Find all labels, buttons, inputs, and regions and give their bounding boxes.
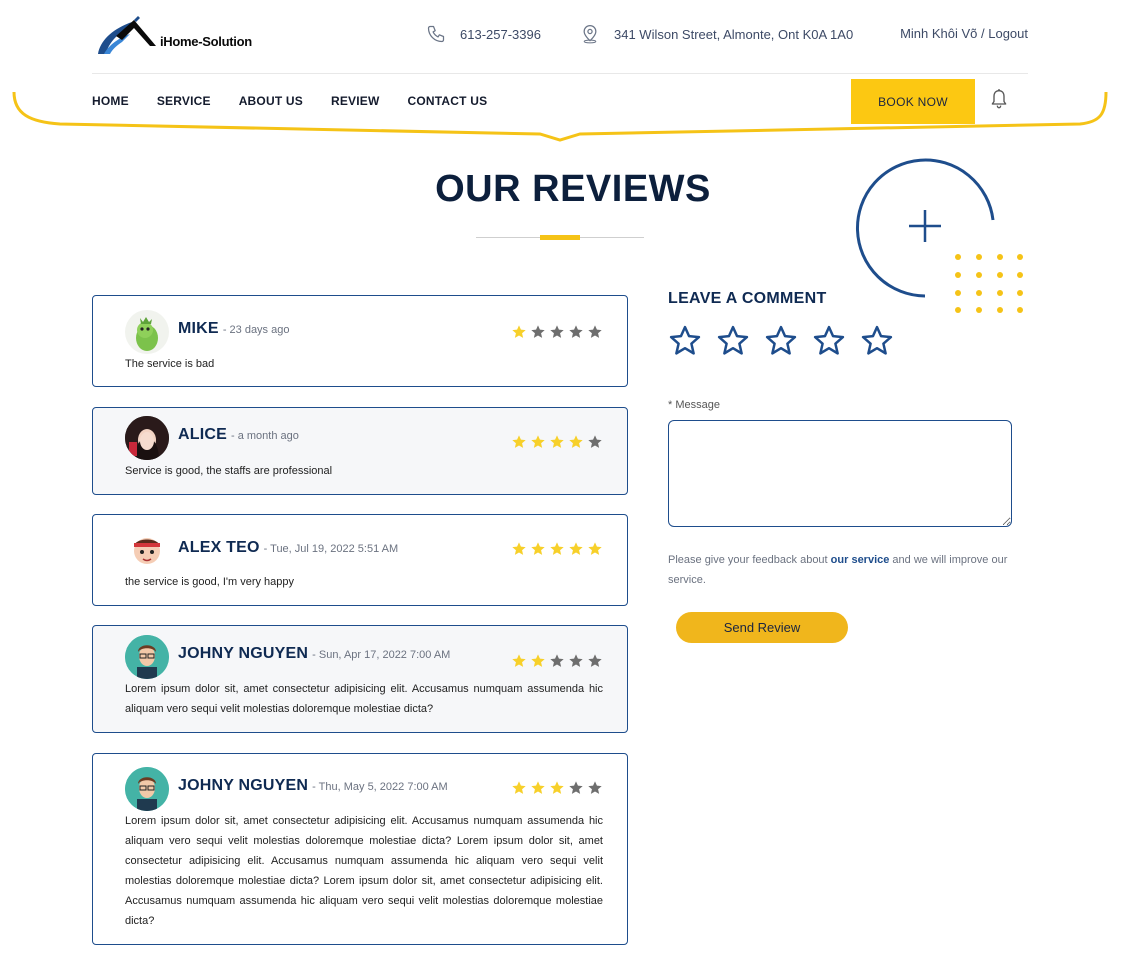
star-empty-icon [588, 435, 602, 448]
rate-star-5-icon[interactable] [860, 325, 894, 357]
main-nav: HOME SERVICE ABOUT US REVIEW CONTACT US [92, 94, 487, 108]
review-stars [511, 434, 603, 450]
user-menu: Minh Khôi Võ / Logout [900, 26, 1028, 41]
rating-selector [668, 325, 1012, 357]
star-filled-icon [531, 654, 545, 667]
review-stars [511, 780, 603, 796]
feedback-hint: Please give your feedback about our serv… [668, 550, 1012, 590]
hint-text: Please give your feedback about [668, 554, 831, 566]
review-stars [511, 541, 603, 557]
review-header: JOHNY NGUYEN - Thu, May 5, 2022 7:00 AM [178, 777, 448, 795]
send-review-button[interactable]: Send Review [676, 612, 848, 643]
avatar [125, 416, 169, 460]
phone-number: 613-257-3396 [460, 26, 541, 42]
reviewer-name: JOHNY NGUYEN [178, 777, 309, 794]
form-title: LEAVE A COMMENT [668, 290, 827, 307]
nav-service[interactable]: SERVICE [157, 94, 211, 108]
review-text: Lorem ipsum dolor sit, amet consectetur … [125, 815, 603, 927]
star-filled-icon [512, 325, 526, 338]
review-text: The service is bad [125, 358, 215, 370]
star-empty-icon [569, 654, 583, 667]
nav-review[interactable]: REVIEW [331, 94, 380, 108]
star-filled-icon [569, 542, 583, 555]
review-text: Lorem ipsum dolor sit, amet consectetur … [125, 683, 603, 715]
avatar [125, 767, 169, 811]
star-empty-icon [550, 325, 564, 338]
title-accent [540, 235, 580, 240]
hint-emphasis: our service [830, 554, 890, 566]
review-text: Service is good, the staffs are professi… [125, 465, 333, 477]
star-empty-icon [531, 325, 545, 338]
rate-star-3-icon[interactable] [764, 325, 798, 357]
review-card: JOHNY NGUYEN - Thu, May 5, 2022 7:00 AM … [92, 753, 628, 945]
review-header: ALICE - a month ago [178, 426, 299, 444]
phone-icon [427, 25, 445, 43]
review-card: JOHNY NGUYEN - Sun, Apr 17, 2022 7:00 AM… [92, 625, 628, 733]
review-text: the service is good, I'm very happy [125, 576, 295, 588]
star-filled-icon [531, 542, 545, 555]
review-time: - Sun, Apr 17, 2022 7:00 AM [312, 649, 451, 661]
phone-contact[interactable]: 613-257-3396 [426, 24, 541, 44]
review-header: JOHNY NGUYEN - Sun, Apr 17, 2022 7:00 AM [178, 645, 450, 663]
map-pin-icon [583, 25, 597, 44]
review-card: MIKE - 23 days ago The service is bad [92, 295, 628, 387]
review-stars [511, 324, 603, 340]
star-filled-icon [550, 435, 564, 448]
user-separator: / [977, 26, 989, 41]
nav-contact-us[interactable]: CONTACT US [408, 94, 488, 108]
star-empty-icon [569, 325, 583, 338]
address-text: 341 Wilson Street, Almonte, Ont K0A 1A0 [614, 26, 854, 42]
nav-about-us[interactable]: ABOUT US [239, 94, 303, 108]
review-time: - a month ago [231, 430, 299, 442]
rate-star-1-icon[interactable] [668, 325, 702, 357]
review-header: MIKE - 23 days ago [178, 320, 289, 338]
avatar [125, 529, 169, 573]
star-filled-icon [512, 542, 526, 555]
review-time: - 23 days ago [222, 324, 290, 336]
reviewer-name: ALICE [178, 426, 227, 443]
book-now-button[interactable]: BOOK NOW [851, 79, 975, 124]
logo-house-icon [98, 16, 156, 54]
reviewer-name: JOHNY NGUYEN [178, 645, 309, 662]
rate-star-4-icon[interactable] [812, 325, 846, 357]
top-bar: iHome-Solution 613-257-3396 341 Wilson S… [92, 0, 1028, 74]
bell-icon[interactable] [989, 88, 1009, 110]
reviewer-name: ALEX TEO [178, 539, 260, 556]
review-time: - Tue, Jul 19, 2022 5:51 AM [263, 543, 399, 555]
logo[interactable]: iHome-Solution [94, 16, 254, 60]
avatar [125, 635, 169, 679]
star-filled-icon [569, 435, 583, 448]
address-contact[interactable]: 341 Wilson Street, Almonte, Ont K0A 1A0 [580, 24, 853, 44]
rate-star-2-icon[interactable] [716, 325, 750, 357]
star-empty-icon [550, 654, 564, 667]
star-empty-icon [569, 781, 583, 794]
message-textarea[interactable] [668, 420, 1012, 527]
star-filled-icon [531, 435, 545, 448]
star-filled-icon [588, 542, 602, 555]
star-filled-icon [512, 654, 526, 667]
review-card: ALICE - a month ago Service is good, the… [92, 407, 628, 495]
star-empty-icon [588, 781, 602, 794]
user-name-link[interactable]: Minh Khôi Võ [900, 26, 977, 41]
review-card: ALEX TEO - Tue, Jul 19, 2022 5:51 AM the… [92, 514, 628, 606]
nav-home[interactable]: HOME [92, 94, 129, 108]
review-stars [511, 653, 603, 669]
star-filled-icon [512, 435, 526, 448]
review-header: ALEX TEO - Tue, Jul 19, 2022 5:51 AM [178, 539, 398, 557]
star-filled-icon [512, 781, 526, 794]
star-filled-icon [550, 781, 564, 794]
star-empty-icon [588, 325, 602, 338]
star-empty-icon [588, 654, 602, 667]
avatar [125, 310, 169, 354]
review-time: - Thu, May 5, 2022 7:00 AM [312, 781, 448, 793]
comment-form: LEAVE A COMMENT * Message Please give yo… [668, 290, 1012, 643]
message-label: * Message [668, 399, 720, 411]
star-filled-icon [550, 542, 564, 555]
star-filled-icon [531, 781, 545, 794]
reviewer-name: MIKE [178, 320, 219, 337]
logo-text: iHome-Solution [160, 34, 252, 49]
logout-link[interactable]: Logout [988, 26, 1028, 41]
